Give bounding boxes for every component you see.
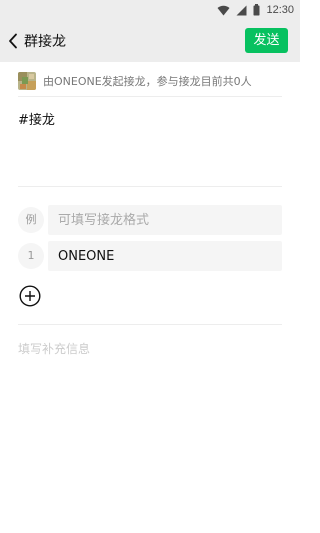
send-button[interactable]: 发送 — [245, 28, 288, 53]
entry-row: 1 — [18, 241, 282, 271]
divider — [18, 324, 282, 325]
battery-icon — [253, 4, 260, 16]
entry-input[interactable] — [48, 241, 282, 271]
example-badge: 例 — [18, 207, 44, 233]
example-row: 例 — [18, 205, 282, 235]
divider — [18, 186, 282, 187]
page-title: 群接龙 — [24, 34, 66, 50]
initiator-info: 由ONEONE发起接龙，参与接龙目前共0人 — [18, 70, 282, 92]
status-icons: 12:30 — [217, 2, 294, 18]
signal-icon — [236, 5, 247, 16]
status-time: 12:30 — [266, 4, 294, 16]
plus-circle-icon — [19, 285, 41, 307]
back-button[interactable]: 群接龙 — [8, 30, 66, 52]
chevron-left-icon — [8, 33, 18, 49]
format-input[interactable] — [48, 205, 282, 235]
wifi-icon — [217, 5, 230, 16]
status-bar: 12:30 — [0, 0, 300, 20]
entry-number: 1 — [18, 243, 44, 269]
avatar — [18, 72, 36, 90]
initiator-text: 由ONEONE发起接龙，参与接龙目前共0人 — [43, 75, 252, 88]
nav-bar: 群接龙 发送 — [0, 20, 300, 62]
divider — [18, 96, 282, 97]
add-entry-button[interactable] — [19, 285, 41, 307]
supplement-input[interactable] — [18, 338, 282, 360]
topic-text[interactable]: #接龙 — [18, 109, 55, 128]
